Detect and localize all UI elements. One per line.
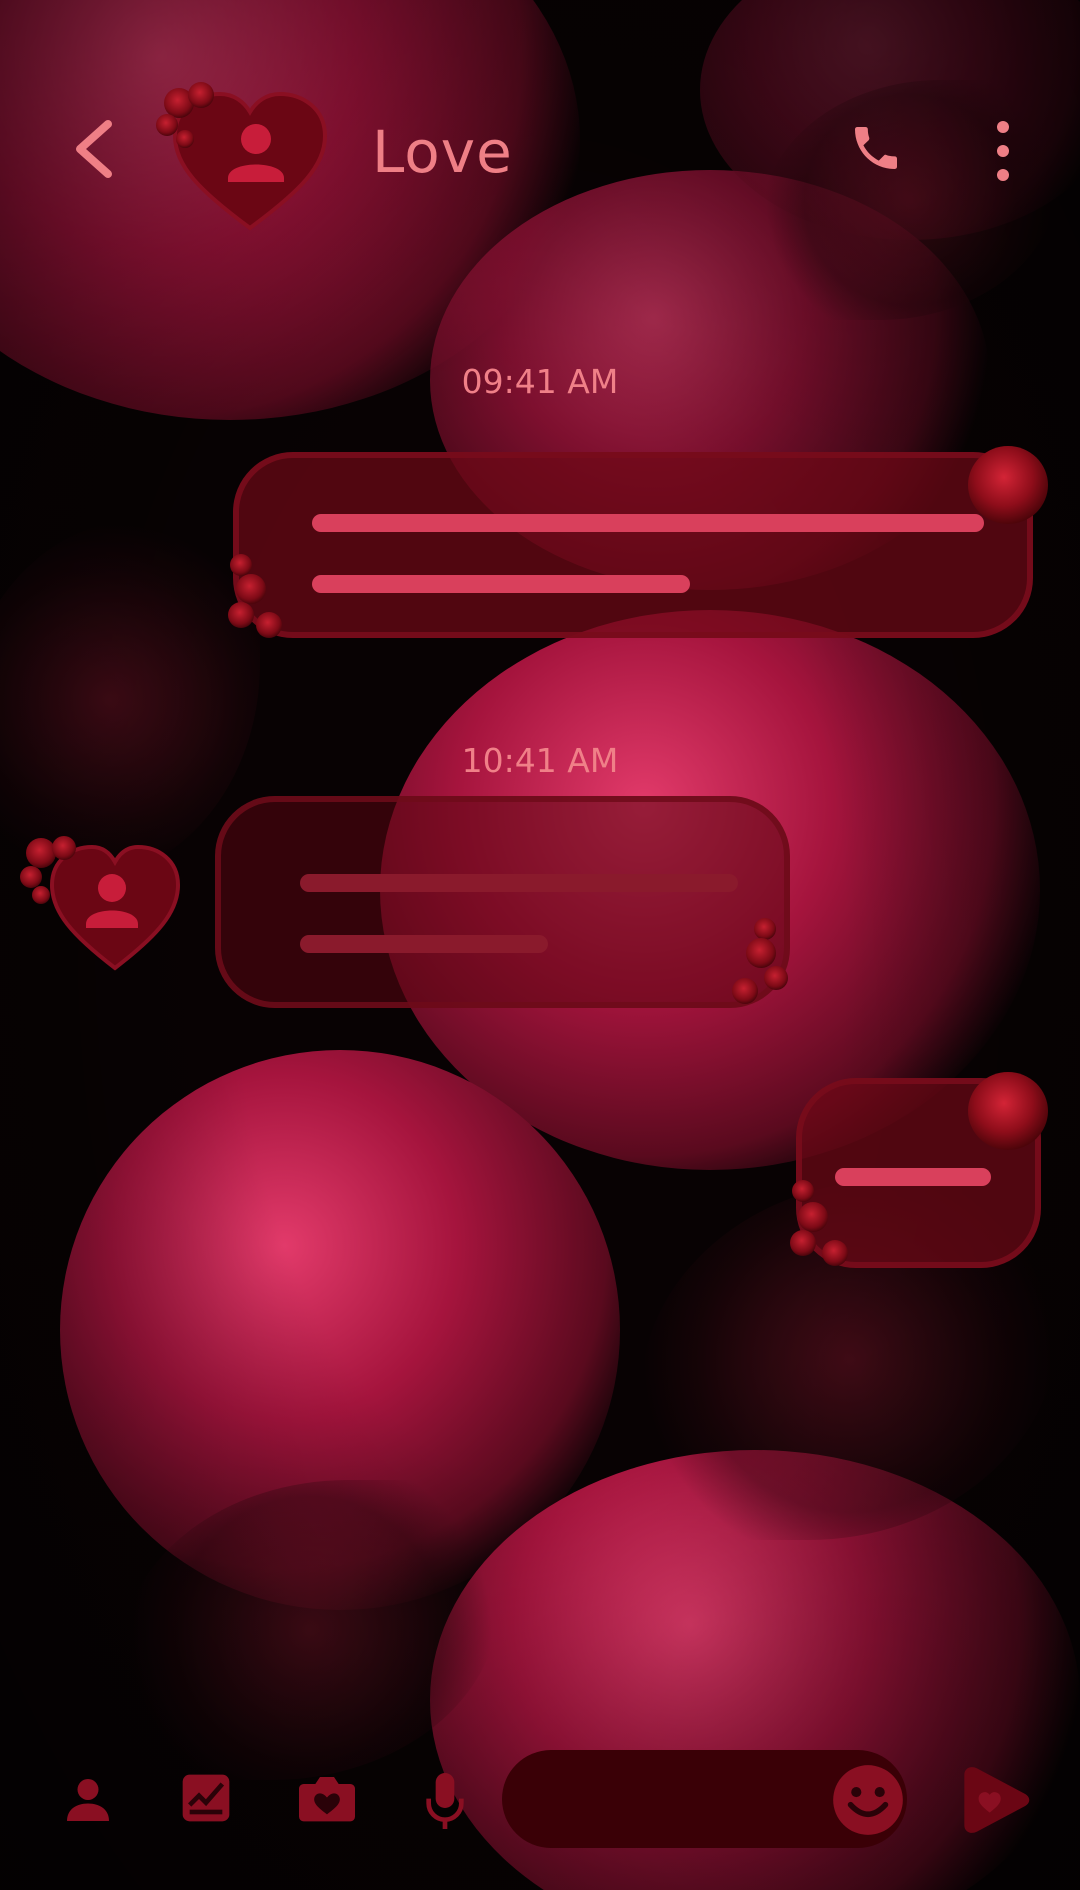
chat-header: Love [0,0,1080,300]
gallery-button[interactable] [178,1770,234,1826]
mic-icon [426,1773,464,1829]
rose-decoration [18,832,98,912]
camera-button[interactable] [296,1770,358,1826]
rose-decoration [788,1178,864,1274]
camera-icon [299,1777,355,1822]
send-heart-icon [964,1767,1030,1833]
contact-button[interactable] [60,1772,116,1828]
back-button[interactable] [70,118,120,180]
rose-decoration [726,916,798,1012]
gallery-icon [182,1774,230,1822]
rose-decoration [154,80,234,160]
message-text-line [300,874,738,892]
send-button[interactable] [958,1762,1034,1838]
timestamp: 09:41 AM [461,362,619,401]
emoji-icon [833,1765,903,1835]
incoming-message-bubble[interactable] [215,796,790,1008]
contact-icon [67,1779,109,1821]
phone-icon [855,127,897,169]
contact-avatar[interactable] [156,82,340,236]
message-text-line [312,575,690,593]
contact-name: Love [372,118,513,186]
message-text-line [300,935,548,953]
outgoing-message-bubble[interactable] [233,452,1033,638]
sender-avatar[interactable] [20,836,190,975]
rose-decoration [968,1072,1048,1150]
call-button[interactable] [848,120,904,176]
mic-button[interactable] [424,1770,466,1832]
rose-decoration [968,446,1048,524]
more-vertical-icon [997,121,1009,181]
more-options-button[interactable] [988,118,1018,184]
rose-decoration [226,552,302,644]
timestamp: 10:41 AM [461,741,619,780]
chevron-left-icon [76,120,112,178]
emoji-button[interactable] [830,1762,906,1838]
message-text-line [312,514,984,532]
